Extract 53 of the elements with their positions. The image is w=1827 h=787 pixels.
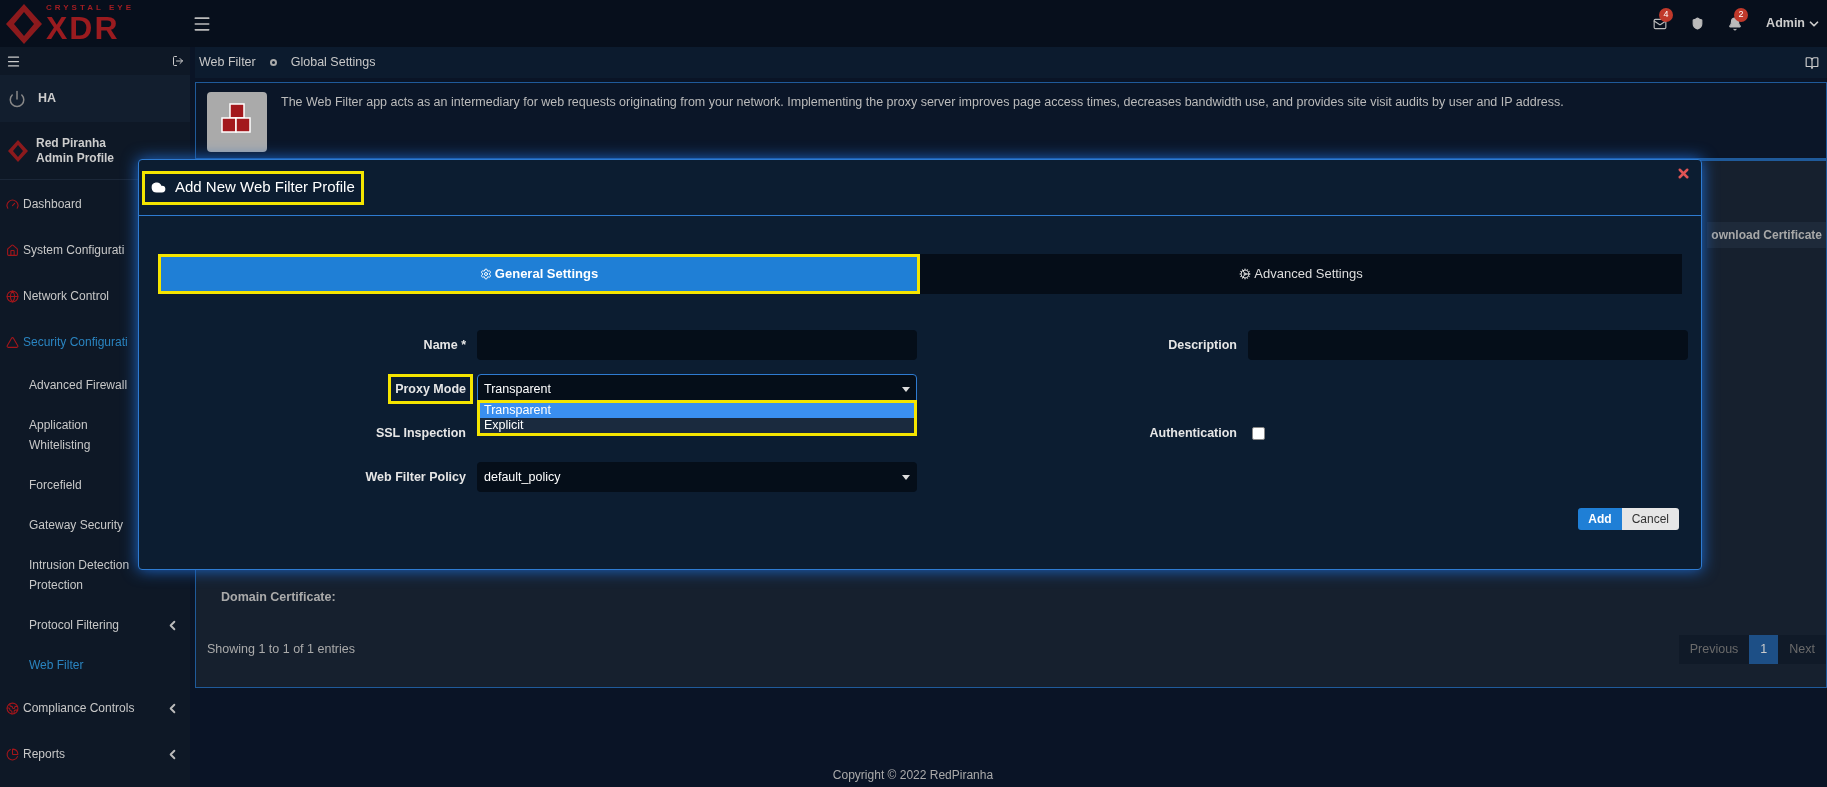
text-field[interactable] bbox=[477, 330, 917, 360]
logo-title: XDR bbox=[46, 11, 120, 44]
select-field[interactable]: default_policy bbox=[477, 462, 917, 492]
mail-icon[interactable] bbox=[1653, 16, 1668, 31]
pagination-button[interactable]: 1 bbox=[1749, 635, 1779, 664]
logo-subtitle: CRYSTAL EYE bbox=[46, 3, 134, 12]
domain-certificate-label: Domain Certificate: bbox=[220, 589, 337, 607]
caret-icon bbox=[902, 386, 910, 392]
notification-badge: 2 bbox=[1734, 7, 1749, 22]
logout-icon[interactable] bbox=[172, 55, 184, 67]
ha-label: HA bbox=[38, 90, 57, 108]
sidebar-item[interactable]: Security Configurati bbox=[0, 319, 190, 365]
manual-icon[interactable] bbox=[1805, 55, 1819, 70]
field-label: Authentication bbox=[1148, 424, 1238, 442]
text-field[interactable] bbox=[1248, 330, 1688, 360]
modal-title-text: Add New Web Filter Profile bbox=[175, 177, 355, 198]
close-icon[interactable] bbox=[1676, 166, 1691, 181]
settings-tab[interactable]: General Settings bbox=[158, 254, 920, 294]
app-description: The Web Filter app acts as an intermediary for web requests originating from your network. Implementing the proxy server improves page access times, decreases bandwidth use, and provides site visit audits by user and IP address. bbox=[281, 94, 1564, 111]
profile-logo-icon bbox=[8, 139, 28, 162]
entries-info: Showing 1 to 1 of 1 entries bbox=[207, 641, 355, 659]
notification-badge: 4 bbox=[1659, 7, 1674, 22]
power-icon[interactable] bbox=[8, 89, 26, 108]
breadcrumb-item[interactable]: Global Settings bbox=[290, 53, 376, 72]
sidebar-item[interactable]: Protocol Filtering bbox=[0, 605, 190, 645]
cancel-button[interactable]: Cancel bbox=[1621, 508, 1679, 530]
download-certificate-button[interactable]: ownload Certificate bbox=[1707, 222, 1826, 248]
field-label: Name * bbox=[422, 336, 467, 354]
breadcrumb-item[interactable]: Web Filter bbox=[199, 53, 256, 72]
field-label: SSL Inspection bbox=[374, 424, 467, 442]
field-label: Description bbox=[1167, 336, 1238, 354]
settings-tab[interactable]: Advanced Settings bbox=[920, 254, 1682, 294]
caret-icon bbox=[902, 474, 910, 480]
gears-icon bbox=[1239, 268, 1252, 280]
profile-role: Admin Profile bbox=[36, 150, 114, 166]
shield-icon[interactable] bbox=[1691, 17, 1705, 30]
copyright-text: Copyright © 2022 RedPiranha bbox=[832, 767, 994, 784]
gear-icon bbox=[479, 268, 492, 280]
profile-name: Red Piranha bbox=[36, 135, 108, 151]
field-label: Proxy Mode bbox=[388, 373, 473, 405]
checkbox[interactable] bbox=[1252, 426, 1265, 440]
sidebar-item[interactable]: Compliance Controls bbox=[0, 685, 190, 731]
field-label: Web Filter Policy bbox=[364, 468, 467, 486]
sidebar-item[interactable]: Reports bbox=[0, 731, 190, 777]
dropdown-option[interactable]: Explicit bbox=[480, 418, 914, 433]
cloud-icon bbox=[151, 180, 166, 195]
sidebar-item[interactable]: Intrusion Detection Protection bbox=[0, 545, 190, 605]
app-icon bbox=[207, 92, 267, 152]
sidebar-item[interactable]: Web Filter bbox=[0, 645, 190, 685]
bell-icon[interactable] bbox=[1728, 16, 1743, 31]
logo-icon bbox=[6, 3, 42, 44]
add-button[interactable]: Add bbox=[1578, 508, 1622, 530]
user-menu[interactable]: Admin bbox=[1766, 14, 1821, 33]
